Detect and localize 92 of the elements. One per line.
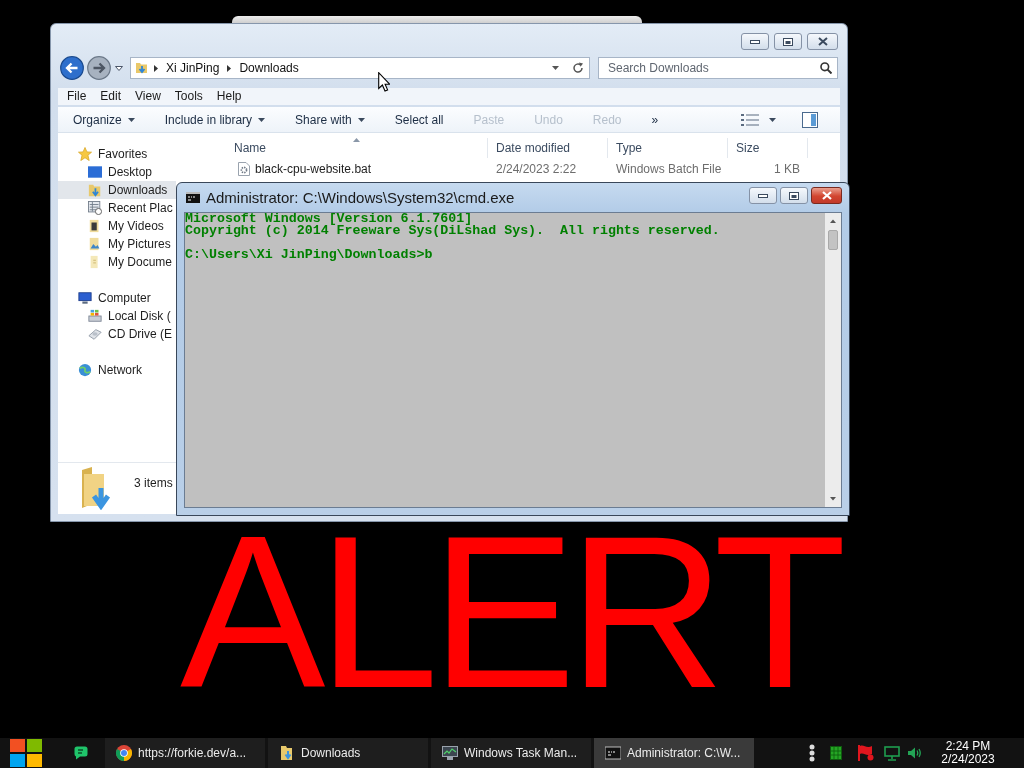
column-header[interactable]: Type [608,138,728,158]
minimize-button[interactable] [749,187,777,204]
minimize-button[interactable] [741,33,769,50]
flag-icon[interactable] [858,745,874,761]
taskbar-task[interactable]: https://forkie.dev/a... [105,738,265,768]
picture-folder-icon [88,237,102,251]
browser-logo-icon [116,745,132,761]
nav-item[interactable]: Computer [58,289,176,307]
video-folder-icon [88,219,102,233]
view-list-icon[interactable] [741,113,759,126]
date-modified-text: 2/24/2023 2:22 [495,161,578,178]
download-folder-icon [136,61,147,75]
menu-item[interactable]: Tools [167,88,210,105]
preview-pane-icon[interactable] [802,111,818,128]
item-count: 3 items [134,476,173,490]
maximize-button[interactable] [774,33,802,50]
column-header[interactable]: Size [728,138,808,158]
taskbar-task[interactable]: Windows Task Man... [431,738,591,768]
nav-item[interactable]: Local Disk ( [58,307,176,325]
sort-caret-icon [352,138,360,142]
nav-item[interactable]: Favorites [58,145,176,163]
toolbar-button[interactable]: Select all [386,108,452,131]
menu-item[interactable]: Help [209,88,249,105]
computer-icon [78,291,92,305]
nav-item[interactable]: Network [58,361,176,379]
toolbar-button[interactable]: Include in library [156,108,274,131]
desktop-icon [88,165,102,179]
toolbar-button[interactable]: Organize [65,108,143,131]
vertical-dots-icon[interactable] [809,744,815,762]
scroll-thumb[interactable] [828,230,838,250]
nav-item[interactable]: CD Drive (E [58,325,176,343]
menu-item[interactable]: View [128,88,168,105]
minimize-icon [758,193,768,198]
gear-file-icon [238,162,250,176]
menu-item[interactable]: File [60,88,94,105]
nav-item[interactable]: My Docume [58,253,176,271]
monitor-chart-icon [442,745,458,761]
speech-bubble-icon[interactable] [74,746,88,760]
caret-right-icon[interactable] [227,64,232,72]
column-header[interactable]: Date modified [488,138,608,158]
nav-item[interactable]: My Pictures [58,235,176,253]
caret-down-icon[interactable] [115,65,123,71]
address-bar[interactable]: Xi JinPing Downloads [130,57,590,79]
tiles-icon[interactable] [10,739,42,767]
close-icon [821,191,832,200]
monitor-icon[interactable] [884,745,900,761]
taskbar-task[interactable]: Administrator: C:\W... [594,738,754,768]
refresh-icon[interactable] [572,62,584,74]
drive-icon [88,309,102,323]
maximize-icon [789,191,799,200]
breadcrumb-item[interactable]: Downloads [238,61,300,75]
nav-item[interactable]: Downloads [58,181,176,199]
nav-item[interactable]: Desktop [58,163,176,181]
grid-icon[interactable] [830,746,842,760]
clock-button[interactable]: 2:24 PM 2/24/2023 [938,740,998,766]
caret-right-icon[interactable] [154,64,158,72]
file-name[interactable]: black-cpu-website.bat [255,162,372,176]
close-icon [817,37,828,46]
disc-drive-icon [88,327,102,341]
toolbar-button[interactable]: » [643,108,667,131]
column-header[interactable]: Name [226,138,488,158]
maximize-icon [783,37,793,46]
window-title: Administrator: C:\Windows\System32\cmd.exe [206,189,515,206]
close-button[interactable] [811,187,842,204]
console-line: Microsoft Windows [Version 6.1.7601] [185,213,473,225]
close-button[interactable] [807,33,838,50]
alert-text: ALERT [180,525,839,700]
file-size-text: 1 KB [773,161,801,178]
download-folder-icon [80,466,112,510]
speaker-icon[interactable] [908,747,922,759]
file-type-text: Windows Batch File [615,161,723,178]
star-icon [78,147,92,161]
breadcrumb-item[interactable]: Xi JinPing [165,61,221,75]
search-field[interactable]: Search Downloads [598,57,838,79]
caret-down-icon[interactable] [769,117,776,122]
caret-down-icon[interactable] [552,66,559,70]
toolbar-button[interactable]: Share with [287,108,373,131]
mouse-pointer-icon [378,72,390,92]
console-line: Copyright (c) 2014 Freeware Sys(DiLshad Sys). All rights reserved. [185,225,721,237]
console-icon [605,745,621,761]
nav-item[interactable]: My Videos [58,217,176,235]
taskbar-task[interactable]: Downloads [268,738,428,768]
console-icon [186,192,200,203]
download-folder-icon [88,183,102,197]
recent-places-icon [88,201,102,215]
menu-item[interactable]: Edit [93,88,129,105]
globe-icon [78,363,92,377]
nav-item[interactable]: Recent Plac [58,199,176,217]
maximize-button[interactable] [780,187,808,204]
search-icon[interactable] [820,62,832,74]
folder-icon [279,745,295,761]
minimize-icon [750,39,760,44]
